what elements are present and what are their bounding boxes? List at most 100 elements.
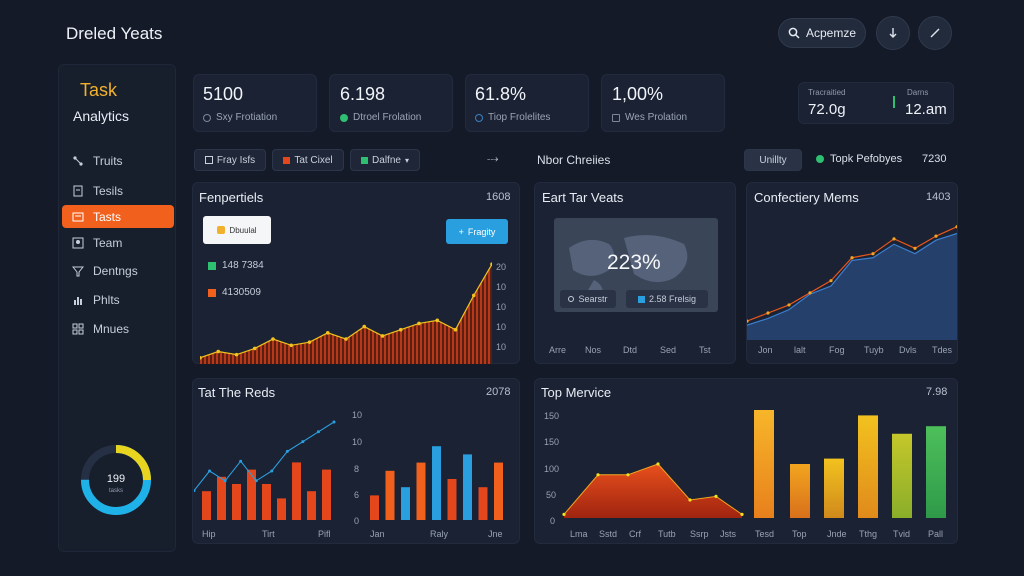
stat-value: 5100: [203, 84, 244, 104]
reds-right-chart: [370, 446, 503, 520]
limits-button[interactable]: Unillty: [744, 149, 802, 171]
time-right-label: Darns: [907, 88, 929, 97]
x-tick: Jsts: [720, 529, 737, 539]
refresh-icon[interactable]: ⤏: [487, 153, 498, 166]
data-point: [216, 349, 221, 354]
data-point: [344, 337, 348, 341]
sidebar-item-tesils[interactable]: Tesils: [62, 179, 174, 202]
sidebar-item-mnues[interactable]: Mnues: [62, 317, 174, 340]
sidebar-item-label: Mnues: [93, 321, 130, 336]
bar: [494, 462, 503, 520]
progress-donut: 199 tasks: [81, 445, 151, 515]
data-point: [471, 293, 476, 298]
stat-label: Tiop Frolelites: [475, 112, 550, 123]
data-point: [562, 512, 566, 516]
x-tick: Pifl: [318, 529, 331, 539]
x-tick: Arre: [549, 345, 567, 355]
donut-value: 199: [107, 473, 125, 485]
data-point: [234, 352, 239, 357]
bar: [432, 446, 441, 520]
bar: [277, 498, 286, 520]
data-point: [934, 234, 938, 238]
bar: [401, 487, 410, 520]
stat-value: 6.198: [340, 84, 386, 104]
x-tick: Tirt: [262, 529, 275, 539]
sidebar-item-phlts[interactable]: Phlts: [62, 288, 174, 311]
reds-line: [194, 421, 335, 491]
map-legend-a[interactable]: Searstr: [560, 290, 616, 308]
reds-left-chart: [194, 420, 336, 520]
add-button[interactable]: + Fragity: [446, 219, 508, 244]
confectionery-area: [747, 233, 957, 340]
bar: [232, 484, 241, 520]
performance-title: Fenpertiels: [199, 190, 264, 205]
confectionery-title: Confectiery Mems: [754, 190, 859, 205]
data-point: [766, 311, 770, 315]
data-point: [596, 473, 600, 477]
data-point: [208, 469, 212, 473]
filter-dropdown[interactable]: Dalfne ▾: [350, 149, 420, 171]
data-point: [626, 473, 630, 477]
bar: [463, 454, 472, 520]
x-tick: Tdes: [932, 345, 953, 355]
time-divider: [893, 96, 895, 108]
x-tick: Tuyb: [864, 345, 884, 355]
download-button[interactable]: [876, 16, 910, 50]
bar: [370, 495, 379, 520]
section-title: Nbor Chreiies: [537, 153, 611, 167]
stat-value: 1,00%: [612, 84, 664, 104]
y-tick: 8: [354, 464, 360, 474]
bar: [247, 469, 256, 520]
y-tick: 150: [544, 437, 560, 447]
y-tick: 10: [352, 437, 363, 447]
x-tick: Dvls: [899, 345, 917, 355]
data-point: [301, 440, 305, 444]
y-tick: 10: [496, 322, 507, 332]
sidebar-item-label: Tasts: [93, 209, 122, 224]
data-point: [740, 512, 744, 516]
data-point: [829, 279, 833, 283]
sidebar-item-truits[interactable]: Truits: [62, 149, 174, 172]
data-point: [332, 420, 336, 424]
data-point: [270, 469, 274, 473]
x-tick: Pall: [928, 529, 944, 539]
bar: [385, 470, 395, 520]
sidebar-item-tasts[interactable]: Tasts: [62, 205, 174, 228]
bar: [416, 462, 426, 520]
chevron-down-icon: ▾: [404, 155, 409, 165]
data-point: [688, 498, 692, 502]
x-tick: Tvid: [893, 529, 911, 539]
data-point: [435, 318, 440, 323]
confectionery-value: 1403: [926, 191, 951, 203]
sidebar-item-team[interactable]: Team: [62, 231, 174, 254]
brand-subtitle: Analytics: [73, 108, 130, 124]
search-button[interactable]: Acpemze: [778, 18, 866, 48]
bar: [478, 487, 488, 520]
filter-button-b[interactable]: Tat Cixel: [272, 149, 344, 171]
x-tick: Hip: [202, 529, 216, 539]
x-tick: Dtd: [623, 345, 638, 355]
filter-button-a[interactable]: Fray Isfs: [194, 149, 266, 171]
y-tick: 10: [496, 282, 507, 292]
data-point: [892, 237, 896, 241]
logo-tag: Dbuulal: [203, 216, 271, 244]
time-right-value: 12.am: [905, 101, 947, 118]
data-point: [271, 337, 275, 341]
map-legend-b[interactable]: 2.58 Frelsig: [626, 290, 708, 308]
reds-title: Tat The Reds: [198, 385, 276, 400]
sidebar-item-dentngs[interactable]: Dentngs: [62, 259, 174, 282]
y-tick: 150: [544, 411, 560, 421]
y-tick: 50: [546, 490, 557, 500]
data-point: [254, 479, 258, 483]
calendar-icon: [204, 156, 213, 164]
edit-button[interactable]: [918, 16, 952, 50]
stat-label: Wes Prolation: [612, 112, 687, 123]
performance-area: [200, 264, 492, 364]
nodes-icon: [72, 155, 84, 167]
performance-value: 1608: [486, 191, 511, 203]
bar: [754, 410, 774, 518]
data-point: [714, 494, 718, 498]
bar: [262, 484, 271, 520]
flag-icon: [283, 156, 291, 164]
x-tick: Tthg: [859, 529, 878, 539]
